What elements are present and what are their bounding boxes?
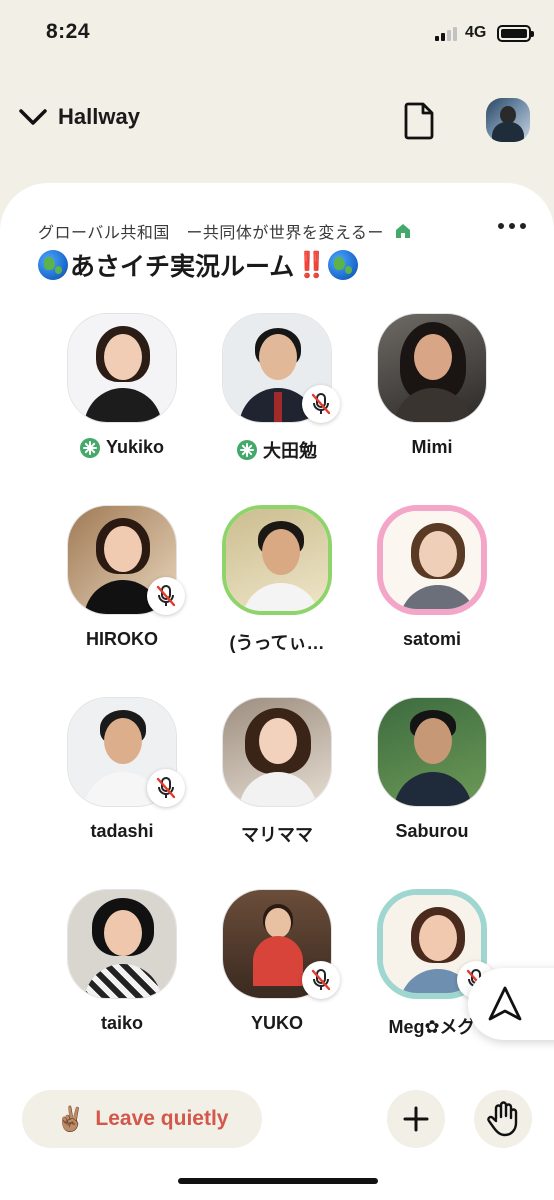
room-title: あさイチ実況ルーム ‼️ [36,247,360,283]
speaker-tile[interactable]: satomi [355,505,509,665]
share-button[interactable] [468,968,554,1040]
speaker-tile[interactable]: Yukiko [45,313,199,473]
chevron-down-icon [19,109,47,125]
speaker-tile[interactable]: 大田勉 [200,313,354,473]
raise-hand-icon [487,1101,518,1137]
speaker-name: satomi [402,629,462,649]
speaker-name: Saburou [395,821,469,841]
plus-icon [403,1106,429,1132]
speaker-tile[interactable]: (うってぃ… [200,505,354,665]
muted-mic-icon [147,577,185,615]
speaker-name: taiko [100,1013,143,1033]
speaker-avatar [377,697,487,807]
document-button[interactable] [403,102,435,140]
speaker-name: (うってぃ… [229,633,325,653]
speaker-tile[interactable]: マリママ [200,697,354,857]
add-button[interactable] [387,1090,445,1148]
network-type: 4G [465,24,487,41]
speaker-name: 大田勉 [200,437,354,463]
muted-mic-icon [302,961,340,999]
club-name[interactable]: グローバル共和国 ー共同体が世界を変えるー [38,219,384,243]
speaker-avatar [67,313,177,423]
hallway-back-button[interactable]: Hallway [18,104,140,130]
leave-quietly-button[interactable]: ✌🏽 Leave quietly [22,1090,262,1148]
moderator-icon [237,440,257,460]
speaker-avatar [377,313,487,423]
speaker-name: Mimi [411,437,453,457]
status-time: 8:24 [46,20,91,43]
muted-mic-icon [147,769,185,807]
status-bar: 8:24 4G [0,0,554,68]
speaker-tile[interactable]: HIROKO [45,505,199,665]
speaker-tile[interactable]: tadashi [45,697,199,857]
muted-mic-icon [302,385,340,423]
leave-label: Leave quietly [95,1107,229,1130]
speaker-tile[interactable]: taiko [45,889,199,1049]
speaker-name: tadashi [90,821,154,841]
speaker-tile[interactable]: YUKO [200,889,354,1049]
battery-icon [497,25,534,42]
room-card: グローバル共和国 ー共同体が世界を変えるー あさイチ実況ルーム ‼️ Yukik… [0,183,554,1200]
moderator-icon [79,437,100,458]
speaker-name: Yukiko [45,437,199,458]
globe-icon [38,250,68,280]
club-row: グローバル共和国 ー共同体が世界を変えるー [38,219,528,243]
profile-avatar-button[interactable] [486,98,530,142]
send-icon [488,986,522,1021]
document-icon [404,102,434,140]
home-indicator [178,1178,378,1184]
speaker-name: YUKO [250,1013,303,1033]
top-nav: Hallway [0,90,554,154]
hallway-label: Hallway [58,104,140,129]
house-icon [395,224,410,238]
speaker-avatar [222,697,332,807]
raise-hand-button[interactable] [474,1090,532,1148]
speaker-tile[interactable]: Saburou [355,697,509,857]
more-options-button[interactable] [496,217,528,235]
double-exclamation-icon: ‼️ [296,250,327,279]
signal-icon [435,26,457,41]
speaker-avatar [222,505,332,615]
speaker-avatar [67,889,177,999]
globe-icon [328,250,359,280]
room-title-text: あさイチ実況ルーム [70,253,295,281]
peace-sign-icon: ✌🏽 [55,1105,86,1133]
speaker-name: HIROKO [86,629,158,649]
speaker-name: マリママ [241,825,313,845]
speaker-avatar [377,505,487,615]
speaker-tile[interactable]: Mimi [355,313,509,473]
